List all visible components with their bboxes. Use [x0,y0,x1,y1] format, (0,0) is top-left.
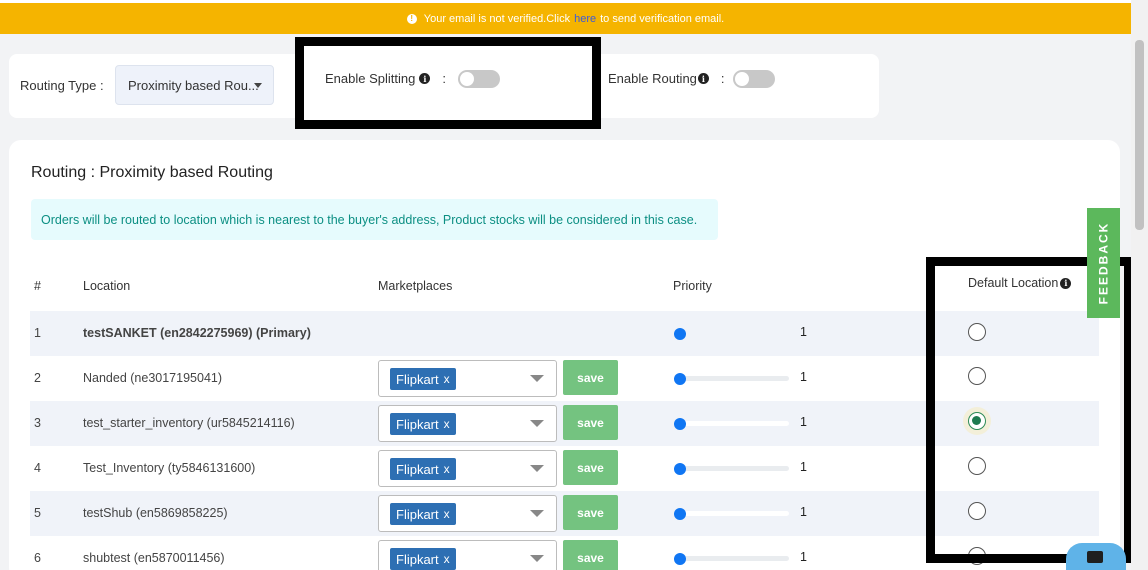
chevron-down-icon [254,83,262,88]
enable-splitting-text: Enable Splitting [325,71,416,86]
marketplace-tag-label: Flipkart [396,416,439,432]
page-scrollbar[interactable] [1131,0,1148,570]
save-button[interactable]: save [563,540,618,570]
routing-type-value: Proximity based Rou... [128,77,259,93]
marketplace-tag: Flipkart x [390,503,456,525]
chevron-down-icon [530,510,544,517]
priority-slider-thumb[interactable] [674,328,686,340]
row-number: 4 [34,461,41,475]
marketplace-select[interactable]: Flipkart x [378,495,557,532]
toggle-knob [735,72,749,86]
marketplace-tag-label: Flipkart [396,506,439,522]
marketplace-tag-label: Flipkart [396,461,439,477]
info-icon[interactable]: i [697,73,709,84]
col-header-num: # [34,279,41,293]
row-location: testShub (en5869858225) [83,506,228,520]
remove-tag-icon[interactable]: x [444,462,450,476]
col-header-marketplaces: Marketplaces [378,279,453,293]
routing-notice: Orders will be routed to location which … [31,199,718,240]
marketplace-select[interactable]: Flipkart x [378,360,557,397]
marketplace-tag: Flipkart x [390,368,456,390]
row-number: 3 [34,416,41,430]
priority-value: 1 [800,550,807,564]
marketplace-select[interactable]: Flipkart x [378,540,557,570]
priority-slider-thumb[interactable] [674,418,686,430]
priority-slider-thumb[interactable] [674,463,686,475]
row-location: Nanded (ne3017195041) [83,371,223,385]
priority-slider-thumb[interactable] [674,508,686,520]
enable-splitting-colon: : [442,71,446,86]
row-number: 6 [34,551,41,565]
save-button[interactable]: save [563,495,618,530]
row-number: 5 [34,506,41,520]
row-location: Test_Inventory (ty5846131600) [83,461,256,475]
priority-value: 1 [800,370,807,384]
row-number: 1 [34,326,41,340]
marketplace-tag-label: Flipkart [396,551,439,567]
row-number: 2 [34,371,41,385]
marketplace-tag: Flipkart x [390,548,456,570]
feedback-tab[interactable]: FEEDBACK [1087,208,1120,318]
enable-routing-toggle[interactable] [733,70,775,88]
remove-tag-icon[interactable]: x [444,552,450,566]
priority-slider-track[interactable] [676,511,789,516]
priority-value: 1 [800,415,807,429]
priority-value: 1 [800,505,807,519]
scrollbar-thumb[interactable] [1135,40,1144,230]
priority-slider-track[interactable] [676,376,789,381]
row-location: test_starter_inventory (ur5845214116) [83,416,295,430]
col-header-priority: Priority [673,279,712,293]
remove-tag-icon[interactable]: x [444,417,450,431]
enable-routing-colon: : [720,71,725,86]
save-button[interactable]: save [563,360,618,395]
enable-routing-text: Enable Routing [608,71,697,86]
priority-slider-track[interactable] [676,421,789,426]
chat-widget[interactable] [1066,543,1126,570]
chevron-down-icon [530,420,544,427]
marketplace-tag-label: Flipkart [396,371,439,387]
marketplace-tag: Flipkart x [390,413,456,435]
priority-slider-track[interactable] [676,556,789,561]
marketplace-select[interactable]: Flipkart x [378,405,557,442]
chat-icon [1087,551,1103,563]
priority-slider-track[interactable] [676,466,789,471]
marketplace-tag: Flipkart x [390,458,456,480]
routing-type-select[interactable]: Proximity based Rou... [115,65,274,105]
page-title: Routing : Proximity based Routing [31,164,273,181]
save-button[interactable]: save [563,450,618,485]
row-location: shubtest (en5870011456) [83,551,225,565]
row-location: testSANKET (en2842275969) (Primary) [83,326,311,340]
save-button[interactable]: save [563,405,618,440]
verification-banner: ! Your email is not verified.Click here … [0,0,1131,34]
chevron-down-icon [530,465,544,472]
banner-text-after: to send verification email. [600,12,725,25]
remove-tag-icon[interactable]: x [444,372,450,386]
marketplace-select[interactable]: Flipkart x [378,450,557,487]
enable-routing-label: Enable Routing i : [608,71,725,86]
priority-value: 1 [800,460,807,474]
chevron-down-icon [530,555,544,562]
info-icon: ! [406,13,417,24]
info-icon[interactable]: i [419,73,431,84]
feedback-label: FEEDBACK [1096,221,1111,305]
enable-splitting-toggle[interactable] [458,70,500,88]
toggle-knob [460,72,474,86]
remove-tag-icon[interactable]: x [444,507,450,521]
routing-type-label: Routing Type : [20,78,104,93]
priority-value: 1 [800,325,807,339]
priority-slider-thumb[interactable] [674,373,686,385]
enable-splitting-label: Enable Splitting i : [325,71,446,86]
chevron-down-icon [530,375,544,382]
col-header-location: Location [83,279,131,293]
banner-text: Your email is not verified.Click [423,12,571,25]
verify-link[interactable]: here [574,13,596,25]
priority-slider-thumb[interactable] [674,553,686,565]
